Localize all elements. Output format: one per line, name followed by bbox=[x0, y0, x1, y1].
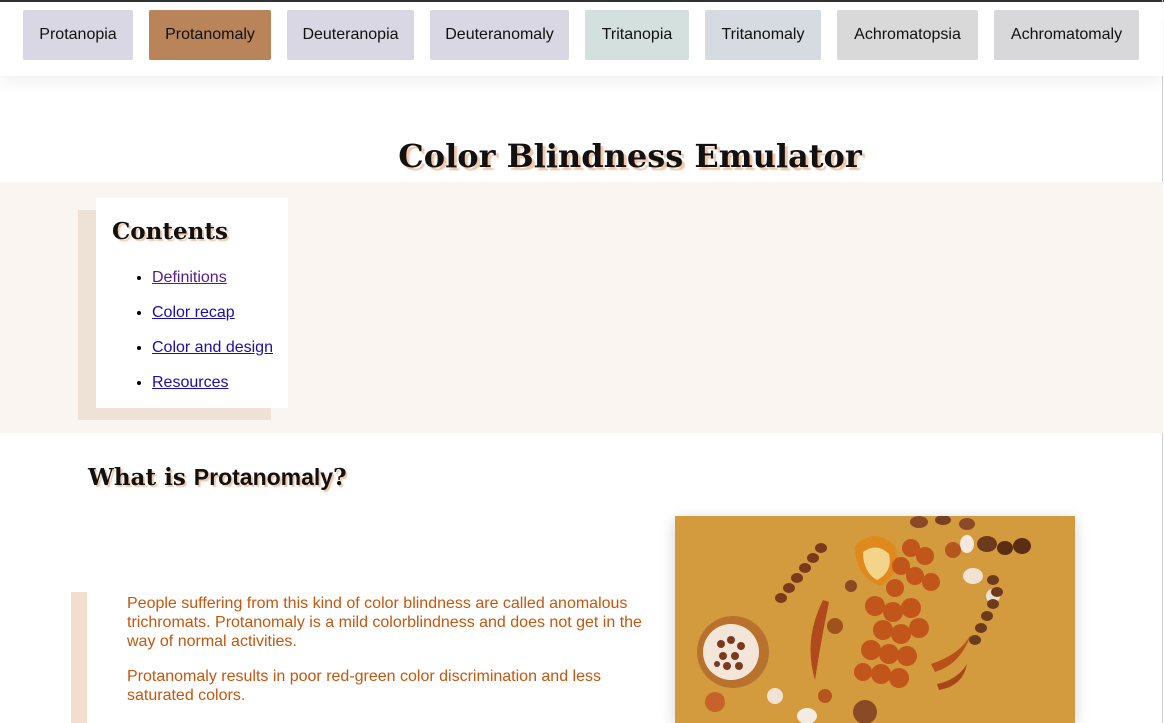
section-heading-suffix: ? bbox=[333, 464, 347, 491]
tab-deuteranopia[interactable]: Deuteranopia bbox=[287, 10, 414, 60]
page-title: Color Blindness Emulator bbox=[398, 137, 862, 176]
section-heading-prefix: What is bbox=[88, 464, 194, 491]
tab-protanopia[interactable]: Protanopia bbox=[23, 10, 133, 60]
list-item: Color and design bbox=[152, 332, 273, 367]
tab-tritanomaly[interactable]: Tritanomaly bbox=[705, 10, 821, 60]
section-heading: What is Protanomaly? bbox=[88, 464, 347, 491]
list-item: Definitions bbox=[152, 262, 273, 297]
contents-list: Definitions Color recap Color and design… bbox=[112, 262, 273, 402]
description-paragraph: People suffering from this kind of color… bbox=[127, 595, 642, 650]
list-item: Color recap bbox=[152, 297, 273, 332]
toc-link-color-and-design[interactable]: Color and design bbox=[152, 339, 273, 356]
list-item: Resources bbox=[152, 367, 273, 402]
tab-achromatopsia[interactable]: Achromatopsia bbox=[837, 10, 978, 60]
section-heading-term: Protanomaly bbox=[193, 464, 334, 490]
tab-achromatomaly[interactable]: Achromatomaly bbox=[994, 10, 1139, 60]
filter-tab-bar: Protanopia Protanomaly Deuteranopia Deut… bbox=[0, 2, 1163, 76]
toc-link-color-recap[interactable]: Color recap bbox=[152, 304, 235, 321]
toc-link-definitions[interactable]: Definitions bbox=[152, 269, 227, 286]
description-paragraph: Protanomaly results in poor red-green co… bbox=[127, 668, 601, 704]
vegetables-illustration bbox=[675, 516, 1075, 723]
vegetables-photo bbox=[675, 516, 1075, 723]
tab-protanomaly[interactable]: Protanomaly bbox=[141, 10, 271, 70]
contents-heading: Contents bbox=[112, 218, 228, 245]
tab-tritanopia[interactable]: Tritanopia bbox=[585, 10, 689, 60]
description-accent-bar bbox=[71, 592, 87, 723]
description-text: People suffering from this kind of color… bbox=[127, 594, 647, 721]
tab-deuteranomaly[interactable]: Deuteranomaly bbox=[430, 10, 569, 60]
table-of-contents: Contents Definitions Color recap Color a… bbox=[96, 198, 288, 408]
toc-link-resources[interactable]: Resources bbox=[152, 374, 228, 391]
